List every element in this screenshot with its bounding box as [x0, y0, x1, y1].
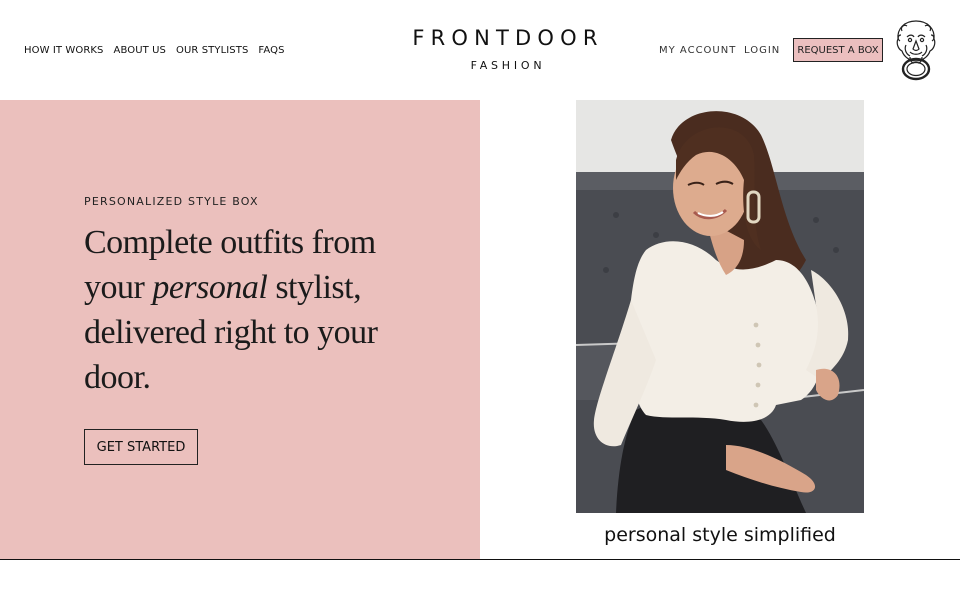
lion-door-knocker-icon[interactable] [894, 19, 938, 81]
stylist-photo-illustration [576, 100, 864, 513]
nav-faqs[interactable]: FAQS [258, 45, 284, 56]
hero-panel: PERSONALIZED STYLE BOX Complete outfits … [0, 100, 480, 559]
stylist-photo [576, 100, 864, 513]
nav-our-stylists[interactable]: OUR STYLISTS [176, 45, 248, 56]
hero-eyebrow: PERSONALIZED STYLE BOX [84, 195, 259, 208]
request-box-button[interactable]: REQUEST A BOX [793, 38, 883, 62]
logo-wordmark: FRONTDOOR [412, 26, 604, 50]
primary-nav: HOW IT WORKS ABOUT US OUR STYLISTS FAQS [24, 45, 285, 56]
site-logo[interactable]: FRONTDOOR FASHION [380, 26, 636, 72]
get-started-button[interactable]: GET STARTED [84, 429, 198, 465]
hero-headline: Complete outfits from your personal styl… [84, 220, 404, 400]
hero-caption: personal style simplified [604, 524, 836, 546]
login-link[interactable]: LOGIN [744, 45, 780, 56]
logo-subtitle: FASHION [470, 59, 546, 72]
site-header: HOW IT WORKS ABOUT US OUR STYLISTS FAQS … [0, 0, 960, 100]
nav-how-it-works[interactable]: HOW IT WORKS [24, 45, 104, 56]
headline-emphasis: personal [152, 269, 268, 306]
below-fold-section [0, 560, 960, 600]
nav-about-us[interactable]: ABOUT US [114, 45, 166, 56]
my-account-link[interactable]: MY ACCOUNT [659, 45, 736, 56]
